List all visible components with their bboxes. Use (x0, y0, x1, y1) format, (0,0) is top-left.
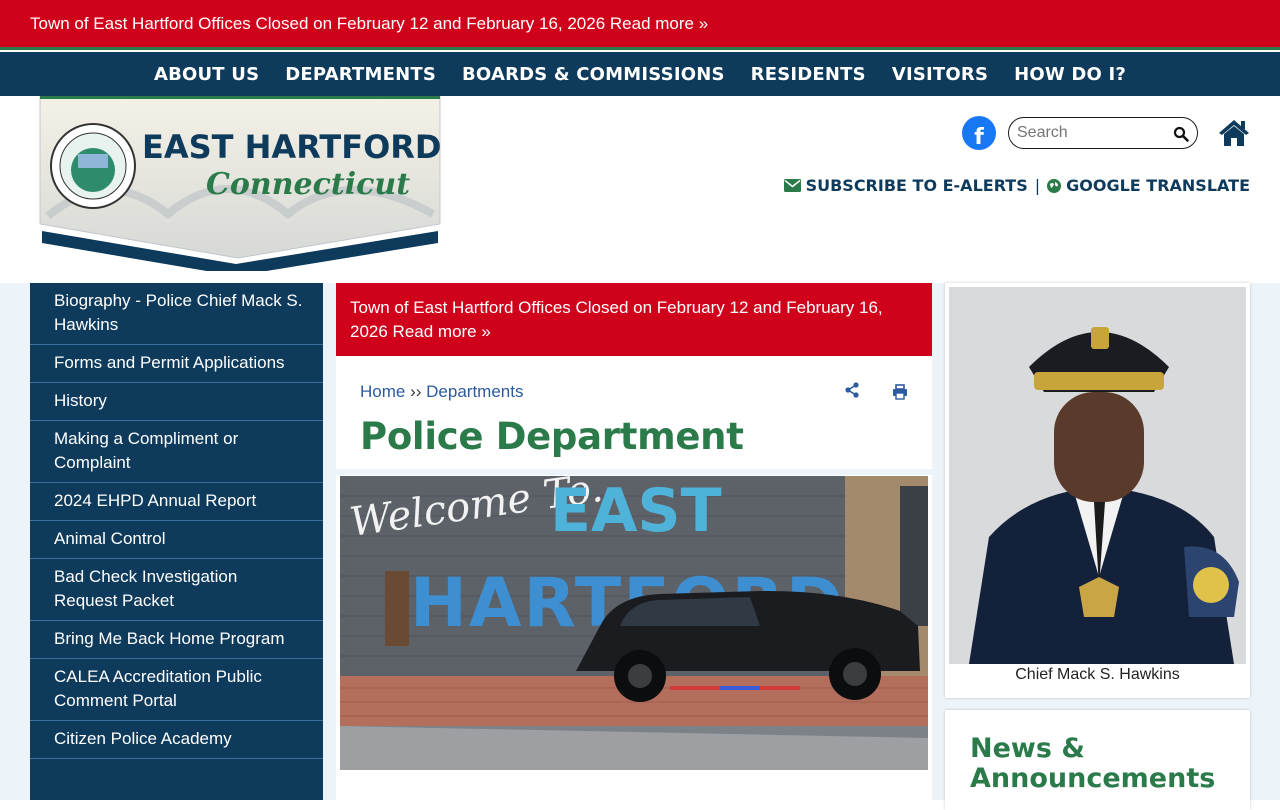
globe-icon (1047, 178, 1062, 193)
link-separator: | (1034, 176, 1041, 195)
nav-visitors[interactable]: VISITORS (892, 64, 988, 85)
sidebar-item-compliment[interactable]: Making a Compliment or Complaint (30, 421, 323, 483)
sidebar-item-animal-control[interactable]: Animal Control (30, 521, 323, 559)
mural-east-text: EAST (550, 476, 722, 546)
page-title: Police Department (360, 415, 744, 458)
top-alert-link[interactable]: Town of East Hartford Offices Closed on … (30, 14, 708, 33)
chief-card: Chief Mack S. Hawkins (945, 283, 1250, 698)
content-alert-link[interactable]: Town of East Hartford Offices Closed on … (350, 298, 883, 341)
search-box (1008, 117, 1198, 149)
news-card: News & Announcements (945, 710, 1250, 810)
main-nav: ABOUT US DEPARTMENTS BOARDS & COMMISSION… (0, 52, 1280, 96)
chief-caption: Chief Mack S. Hawkins (1015, 666, 1180, 683)
breadcrumb: Home ›› Departments (360, 382, 523, 402)
share-icon[interactable] (844, 382, 860, 398)
sidebar-item-bring-me-back[interactable]: Bring Me Back Home Program (30, 621, 323, 659)
logo-line1: EAST HARTFORD (142, 128, 441, 166)
google-translate-link[interactable]: GOOGLE TRANSLATE (1066, 176, 1250, 195)
sidebar-item-history[interactable]: History (30, 383, 323, 421)
subscribe-link[interactable]: SUBSCRIBE TO E-ALERTS (806, 176, 1028, 195)
main-content: Town of East Hartford Offices Closed on … (336, 283, 932, 800)
envelope-icon (783, 179, 801, 192)
print-icon[interactable] (892, 384, 908, 400)
title-divider (336, 469, 932, 475)
top-alert-bar: Town of East Hartford Offices Closed on … (0, 0, 1280, 50)
site-logo[interactable]: EAST HARTFORD Connecticut (38, 96, 442, 271)
sidebar-nav: Biography - Police Chief Mack S. Hawkins… (30, 283, 323, 800)
sidebar-item-bad-check[interactable]: Bad Check Investigation Request Packet (30, 559, 323, 621)
breadcrumb-departments[interactable]: Departments (426, 382, 523, 401)
content-alert: Town of East Hartford Offices Closed on … (336, 283, 932, 356)
nav-about-us[interactable]: ABOUT US (154, 64, 259, 85)
header-sub-links: SUBSCRIBE TO E-ALERTS | GOOGLE TRANSLATE (783, 176, 1250, 195)
hero-image: Welcome To.. EAST HARTFORD (340, 476, 928, 770)
nav-residents[interactable]: RESIDENTS (751, 64, 866, 85)
chief-portrait (949, 287, 1246, 664)
sidebar-item-citizen-academy[interactable]: Citizen Police Academy (30, 721, 323, 759)
logo-line2: Connecticut (206, 167, 410, 202)
facebook-icon[interactable]: f (962, 116, 996, 150)
header-utilities: f (962, 116, 1250, 150)
nav-how-do-i[interactable]: HOW DO I? (1014, 64, 1126, 85)
nav-boards-commissions[interactable]: BOARDS & COMMISSIONS (462, 64, 725, 85)
search-icon[interactable] (1173, 126, 1189, 142)
sidebar-item-calea[interactable]: CALEA Accreditation Public Comment Porta… (30, 659, 323, 721)
breadcrumb-separator: ›› (410, 382, 422, 401)
home-icon[interactable] (1218, 118, 1250, 148)
breadcrumb-home[interactable]: Home (360, 382, 405, 401)
news-title[interactable]: News & Announcements (970, 734, 1250, 794)
sidebar-item-forms[interactable]: Forms and Permit Applications (30, 345, 323, 383)
search-input[interactable] (1017, 119, 1167, 147)
sidebar-item-biography[interactable]: Biography - Police Chief Mack S. Hawkins (30, 283, 323, 345)
sidebar-item-annual-report[interactable]: 2024 EHPD Annual Report (30, 483, 323, 521)
nav-departments[interactable]: DEPARTMENTS (285, 64, 436, 85)
